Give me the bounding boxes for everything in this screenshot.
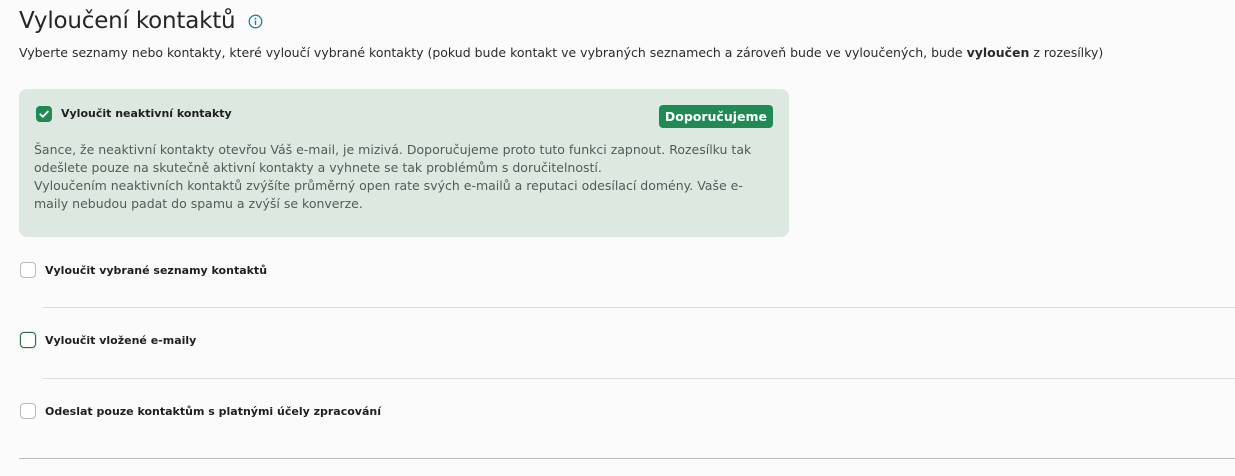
divider	[43, 378, 1235, 379]
valid-purposes-checkbox[interactable]	[20, 403, 36, 419]
page-title: Vyloučení kontaktů	[19, 8, 236, 34]
option-valid-purposes[interactable]: Odeslat pouze kontaktům s platnými účely…	[20, 403, 381, 419]
exclude-lists-label[interactable]: Vyloučit vybrané seznamy kontaktů	[45, 264, 267, 277]
recommended-badge: Doporučujeme	[658, 105, 773, 128]
exclude-inactive-label[interactable]: Vyloučit neaktivní kontakty	[61, 107, 232, 120]
exclude-lists-checkbox[interactable]	[20, 262, 36, 278]
section-description: Vyberte seznamy nebo kontakty, které vyl…	[19, 45, 1103, 60]
inactive-contacts-card: Vyloučit neaktivní kontakty Doporučujeme…	[19, 89, 789, 237]
description-text: Vyberte seznamy nebo kontakty, které vyl…	[19, 45, 967, 60]
checkmark-icon	[38, 110, 49, 118]
exclude-emails-checkbox[interactable]	[20, 332, 36, 348]
inactive-description-paragraph: Vyloučením neaktivních kontaktů zvýšíte …	[34, 178, 743, 211]
inactive-description-paragraph: Šance, že neaktivní kontakty otevřou Váš…	[34, 142, 752, 175]
description-text-end: z rozesílky)	[1029, 45, 1104, 60]
valid-purposes-label[interactable]: Odeslat pouze kontaktům s platnými účely…	[45, 405, 381, 418]
option-exclude-lists[interactable]: Vyloučit vybrané seznamy kontaktů	[20, 262, 267, 278]
exclude-inactive-checkbox[interactable]	[36, 106, 52, 122]
option-exclude-emails[interactable]: Vyloučit vložené e-maily	[20, 332, 196, 348]
description-bold: vyloučen	[966, 45, 1030, 60]
section-bottom-border	[19, 458, 1235, 459]
section-header: Vyloučení kontaktů	[19, 8, 263, 34]
divider	[43, 307, 1235, 308]
info-icon[interactable]	[248, 14, 263, 29]
exclude-emails-label[interactable]: Vyloučit vložené e-maily	[45, 334, 196, 347]
inactive-description: Šance, že neaktivní kontakty otevřou Váš…	[34, 141, 774, 213]
